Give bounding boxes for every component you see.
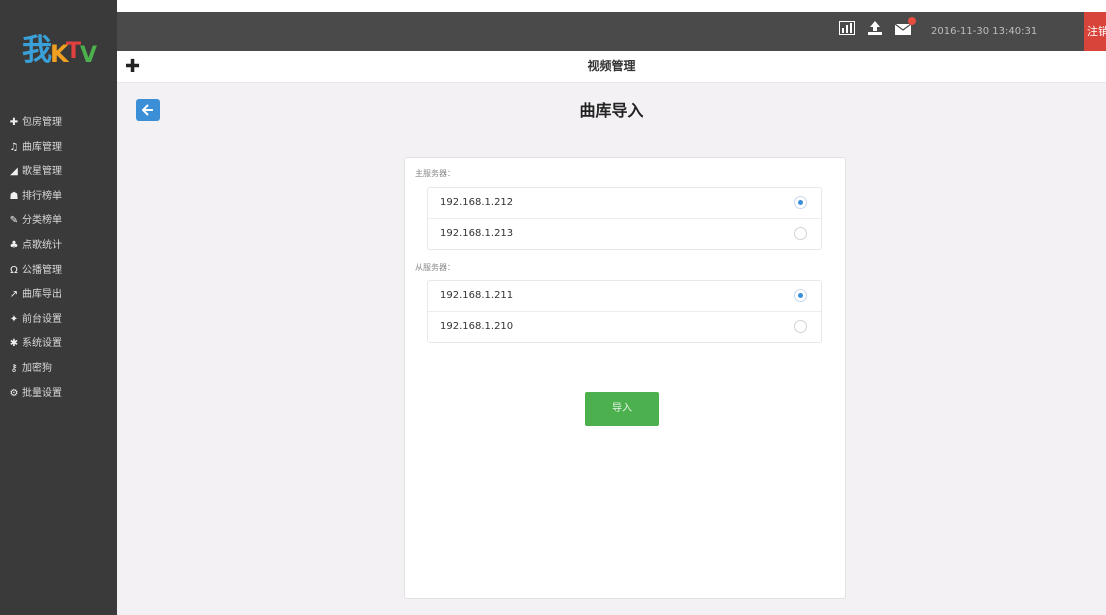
sidebar-item-export[interactable]: ↗ 曲库导出 <box>0 283 117 308</box>
server-option[interactable]: 192.168.1.210 <box>428 312 821 342</box>
page-title: 曲库导入 <box>579 101 644 120</box>
sidebar-item-label: 曲库导出 <box>22 289 62 301</box>
sidebar-item-singers[interactable]: ◢ 歌星管理 <box>0 160 117 185</box>
signal-icon: ◢ <box>10 166 18 178</box>
import-button[interactable]: 导入 <box>585 392 659 426</box>
users-icon: ☗ <box>9 190 19 202</box>
cogs-icon: ⚙ <box>9 387 19 399</box>
sidebar-item-rankings[interactable]: ☗ 排行榜单 <box>0 185 117 210</box>
master-server-label: 主服务器： <box>415 169 455 178</box>
main-content: 曲库导入 主服务器： 192.168.1.212 192.168.1.213 从… <box>117 83 1106 615</box>
sidebar-item-batch[interactable]: ⚙ 批量设置 <box>0 382 117 407</box>
radio-button[interactable] <box>794 196 807 209</box>
app-logo: 我 K T V <box>20 22 102 74</box>
svg-text:V: V <box>80 43 97 68</box>
slave-server-list: 192.168.1.211 192.168.1.210 <box>427 280 822 343</box>
sidebar: 我 K T V ✚ 包房管理 ♫ 曲库管理 ◢ 歌星管理 ☗ 排行榜单 ✎ 分类榜单 ♣ 点… <box>0 0 117 615</box>
radio-button[interactable] <box>794 320 807 333</box>
sidebar-item-label: 歌星管理 <box>22 166 62 178</box>
upload-icon[interactable] <box>865 21 885 41</box>
server-ip: 192.168.1.213 <box>440 228 514 239</box>
sidebar-item-label: 包房管理 <box>22 117 62 128</box>
import-form: 主服务器： 192.168.1.212 192.168.1.213 从服务器： … <box>404 157 846 599</box>
sidebar-item-room[interactable]: ✚ 包房管理 <box>0 111 117 136</box>
sidebar-item-label: 曲库管理 <box>22 141 62 153</box>
sidebar-item-label: 分类榜单 <box>22 215 62 227</box>
key-icon: ⚷ <box>10 362 18 374</box>
headset-icon: Ω <box>10 264 18 276</box>
sidebar-item-library[interactable]: ♫ 曲库管理 <box>0 136 117 161</box>
radio-button[interactable] <box>794 289 807 302</box>
server-ip: 192.168.1.212 <box>440 197 514 208</box>
sidebar-item-label: 排行榜单 <box>22 190 62 202</box>
sidebar-item-label: 公播管理 <box>22 264 62 276</box>
server-option[interactable]: 192.168.1.212 <box>428 188 821 219</box>
server-ip: 192.168.1.210 <box>440 321 514 332</box>
sidebar-item-dongle[interactable]: ⚷ 加密狗 <box>0 357 117 382</box>
music-icon: ♫ <box>9 141 19 153</box>
pin-icon: ✦ <box>9 313 19 325</box>
edit-icon: ✎ <box>9 215 19 227</box>
server-option[interactable]: 192.168.1.211 <box>428 281 821 312</box>
gear-icon: ✱ <box>9 338 19 350</box>
sidebar-item-label: 加密狗 <box>22 362 52 374</box>
sidebar-item-category[interactable]: ✎ 分类榜单 <box>0 209 117 234</box>
sub-header: ✚ 视频管理 <box>117 51 1106 83</box>
sidebar-item-broadcast[interactable]: Ω 公播管理 <box>0 259 117 284</box>
sidebar-item-system[interactable]: ✱ 系统设置 <box>0 332 117 357</box>
message-icon[interactable] <box>893 17 916 41</box>
radio-button[interactable] <box>794 227 807 240</box>
sidebar-item-stats[interactable]: ♣ 点歌统计 <box>0 234 117 259</box>
top-bar: 2016-11-30 13:40:31 注销 <box>117 12 1106 51</box>
sidebar-item-label: 批量设置 <box>22 387 62 399</box>
master-server-list: 192.168.1.212 192.168.1.213 <box>427 187 822 250</box>
sidebar-item-label: 前台设置 <box>22 313 62 325</box>
sidebar-nav: ✚ 包房管理 ♫ 曲库管理 ◢ 歌星管理 ☗ 排行榜单 ✎ 分类榜单 ♣ 点歌统计 Ω 公播管… <box>0 111 117 406</box>
server-ip: 192.168.1.211 <box>440 290 514 301</box>
section-title: 视频管理 <box>587 59 636 73</box>
sidebar-item-frontdesk[interactable]: ✦ 前台设置 <box>0 308 117 333</box>
slave-server-label: 从服务器： <box>415 263 455 272</box>
server-option[interactable]: 192.168.1.213 <box>428 219 821 249</box>
logout-button[interactable]: 注销 <box>1084 12 1106 51</box>
sidebar-item-label: 系统设置 <box>22 338 62 350</box>
notification-badge <box>908 17 916 25</box>
current-time: 2016-11-30 13:40:31 <box>931 26 1038 37</box>
chart-icon[interactable] <box>837 21 857 41</box>
export-icon: ↗ <box>9 289 19 301</box>
sidebar-item-label: 点歌统计 <box>22 239 62 251</box>
svg-text:我: 我 <box>22 33 52 68</box>
plus-icon: ✚ <box>9 117 19 128</box>
sitemap-icon: ♣ <box>9 239 19 251</box>
svg-text:T: T <box>66 39 81 64</box>
